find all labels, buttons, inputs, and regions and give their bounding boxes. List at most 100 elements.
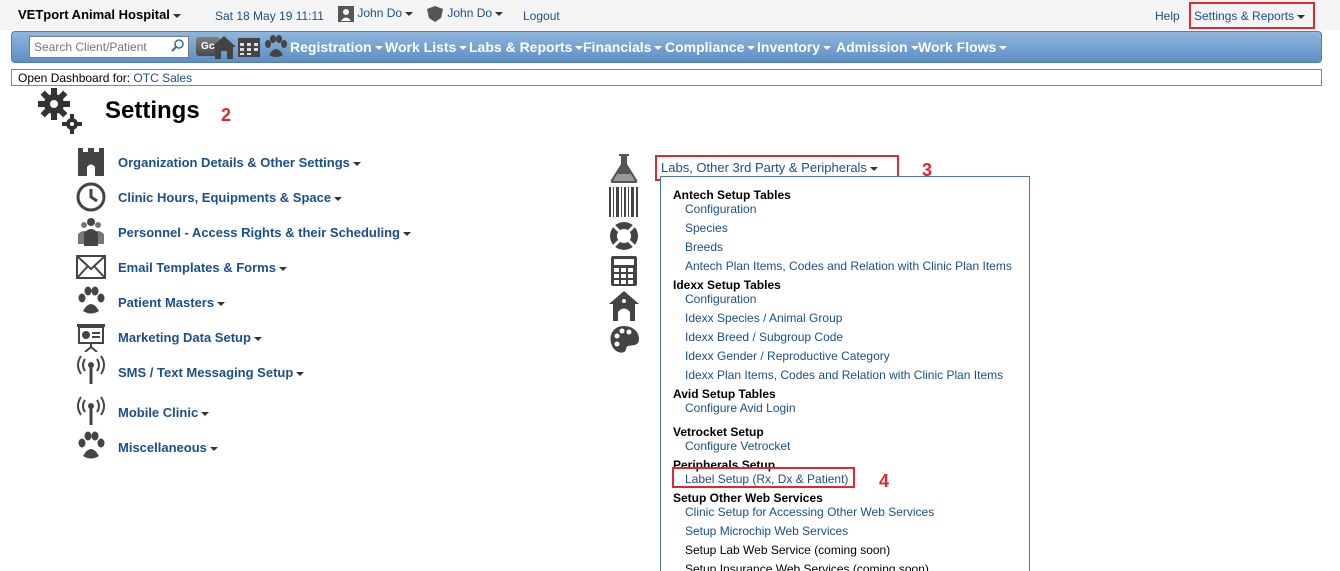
paw-icon	[78, 431, 105, 459]
menu-mobile-clinic[interactable]: Mobile Clinic	[118, 405, 210, 420]
doghouse-icon	[609, 291, 639, 321]
dropdown-text-insurance-web-services: Setup Insurance Web Services (coming soo…	[685, 562, 929, 571]
dropdown-link-idexx-configuration[interactable]: Configuration	[685, 292, 756, 306]
paw-icon[interactable]	[263, 35, 287, 59]
user-menu-1[interactable]: John Do	[338, 6, 414, 22]
hospital-selector[interactable]: VETport Animal Hospital	[18, 7, 181, 22]
user-menu-2[interactable]: John Do	[426, 6, 504, 22]
annotation-2: 2	[221, 105, 232, 125]
user-name: John Do	[447, 6, 493, 21]
menu-label: Marketing Data Setup	[118, 330, 251, 345]
chevron-down-icon	[495, 12, 504, 16]
dropdown-link-idexx-gender[interactable]: Idexx Gender / Reproductive Category	[685, 349, 890, 363]
chevron-down-icon	[201, 411, 210, 416]
highlight-box-1	[1189, 2, 1315, 29]
nav-work-flows[interactable]: Work Flows	[918, 39, 1008, 55]
chevron-down-icon	[459, 46, 468, 51]
menu-patient-masters[interactable]: Patient Masters	[118, 295, 226, 310]
nav-label: Compliance	[665, 39, 745, 55]
highlight-box-4	[672, 467, 855, 488]
calendar-icon[interactable]	[237, 36, 261, 58]
menu-miscellaneous[interactable]: Miscellaneous	[118, 440, 218, 455]
dropdown-link-vetrocket[interactable]: Configure Vetrocket	[685, 439, 790, 453]
dropdown-link-idexx-breed[interactable]: Idexx Breed / Subgroup Code	[685, 330, 843, 344]
top-bar: VETport Animal Hospital Sat 18 May 19 11…	[0, 0, 1340, 30]
chevron-down-icon	[999, 46, 1008, 51]
envelope-icon	[76, 255, 106, 279]
dashboard-link[interactable]: OTC Sales	[133, 71, 192, 85]
dropdown-link-antech-plan-items[interactable]: Antech Plan Items, Codes and Relation wi…	[685, 259, 1012, 273]
dropdown-link-antech-species[interactable]: Species	[685, 221, 728, 235]
menu-label: Clinic Hours, Equipments & Space	[118, 190, 332, 205]
nav-label: Labs & Reports	[469, 39, 573, 55]
nav-work-lists[interactable]: Work Lists	[385, 39, 468, 55]
user-name: John Do	[357, 6, 403, 21]
dashboard-label: Open Dashboard for:	[18, 71, 131, 85]
calculator-icon	[611, 256, 637, 286]
chevron-down-icon	[172, 13, 181, 18]
personnel-icon	[78, 218, 104, 246]
dropdown-link-antech-breeds[interactable]: Breeds	[685, 240, 723, 254]
chevron-down-icon	[296, 371, 305, 376]
nav-labs-reports[interactable]: Labs & Reports	[469, 39, 584, 55]
nav-admission[interactable]: Admission	[836, 39, 919, 55]
nav-label: Work Lists	[385, 39, 457, 55]
home-icon[interactable]	[211, 34, 237, 60]
chevron-down-icon	[823, 46, 832, 51]
chevron-down-icon	[747, 46, 756, 51]
section-heading-idexx: Idexx Setup Tables	[673, 278, 781, 292]
chevron-down-icon	[278, 266, 287, 271]
shield-icon	[427, 6, 443, 22]
dashboard-bar: Open Dashboard for: OTC Sales	[11, 69, 1322, 86]
dropdown-link-avid-login[interactable]: Configure Avid Login	[685, 401, 796, 415]
nav-registration[interactable]: Registration	[290, 39, 383, 55]
palette-icon	[610, 326, 639, 353]
flask-icon	[610, 154, 638, 183]
menu-label: Patient Masters	[118, 295, 215, 310]
chevron-down-icon	[209, 446, 218, 451]
menu-label: Miscellaneous	[118, 440, 207, 455]
hospital-name: VETport Animal Hospital	[18, 7, 170, 22]
nav-financials[interactable]: Financials	[583, 39, 663, 55]
datetime: Sat 18 May 19 11:11	[215, 9, 324, 23]
search-icon[interactable]	[171, 38, 185, 52]
castle-icon	[78, 148, 104, 176]
chevron-down-icon	[374, 46, 383, 51]
chevron-down-icon	[405, 12, 414, 16]
antenna-icon	[77, 355, 105, 384]
section-heading-web-services: Setup Other Web Services	[673, 491, 823, 505]
menu-label: Mobile Clinic	[118, 405, 199, 420]
dropdown-link-idexx-plan-items[interactable]: Idexx Plan Items, Codes and Relation wit…	[685, 368, 1003, 382]
menu-clinic-hours[interactable]: Clinic Hours, Equipments & Space	[118, 190, 343, 205]
dropdown-link-clinic-web-services[interactable]: Clinic Setup for Accessing Other Web Ser…	[685, 505, 934, 519]
menu-email-templates[interactable]: Email Templates & Forms	[118, 260, 287, 275]
nav-label: Work Flows	[918, 39, 997, 55]
page-title: Settings	[105, 97, 200, 124]
dropdown-link-antech-configuration[interactable]: Configuration	[685, 202, 756, 216]
paw-icon	[78, 286, 105, 314]
menu-organization-details[interactable]: Organization Details & Other Settings	[118, 155, 361, 170]
help-link[interactable]: Help	[1155, 9, 1180, 23]
menu-label: SMS / Text Messaging Setup	[118, 365, 294, 380]
search-input[interactable]	[29, 36, 189, 58]
section-heading-antech: Antech Setup Tables	[673, 188, 791, 202]
dropdown-text-lab-web-service: Setup Lab Web Service (coming soon)	[685, 543, 891, 557]
menu-personnel[interactable]: Personnel - Access Rights & their Schedu…	[118, 225, 411, 240]
chevron-down-icon	[352, 161, 361, 166]
section-heading-vetrocket: Vetrocket Setup	[673, 425, 764, 439]
nav-inventory[interactable]: Inventory	[757, 39, 832, 55]
chevron-down-icon	[654, 46, 663, 51]
nav-label: Financials	[583, 39, 652, 55]
dropdown-link-idexx-species[interactable]: Idexx Species / Animal Group	[685, 311, 842, 325]
chevron-down-icon	[402, 231, 411, 236]
nav-label: Registration	[290, 39, 372, 55]
logout-link[interactable]: Logout	[523, 9, 560, 23]
menu-marketing-data[interactable]: Marketing Data Setup	[118, 330, 262, 345]
menu-sms-messaging[interactable]: SMS / Text Messaging Setup	[118, 365, 305, 380]
nav-bar: Go Registration Work Lists Labs & Report…	[11, 31, 1322, 63]
menu-label: Personnel - Access Rights & their Schedu…	[118, 225, 400, 240]
dropdown-link-microchip-web-services[interactable]: Setup Microchip Web Services	[685, 524, 848, 538]
nav-compliance[interactable]: Compliance	[665, 39, 756, 55]
barcode-icon	[609, 187, 638, 217]
nav-label: Admission	[836, 39, 908, 55]
